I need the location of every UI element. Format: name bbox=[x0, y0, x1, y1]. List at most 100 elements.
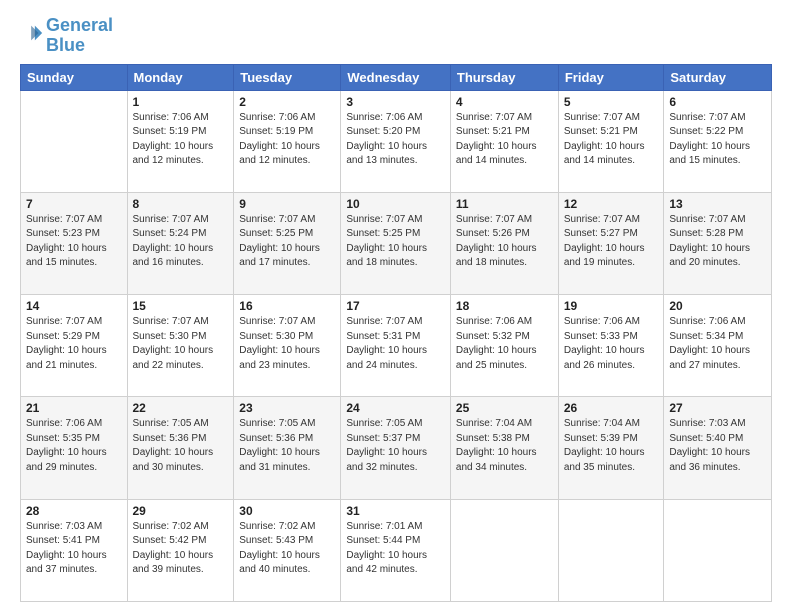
calendar-cell: 13 Sunrise: 7:07 AMSunset: 5:28 PMDayligh… bbox=[664, 192, 772, 294]
calendar-cell bbox=[21, 90, 128, 192]
calendar-cell: 18Sunrise: 7:06 AMSunset: 5:32 PMDayligh… bbox=[450, 295, 558, 397]
day-number: 11 bbox=[456, 197, 553, 211]
day-info: Sunrise: 7:05 AMSunset: 5:37 PMDaylight:… bbox=[346, 417, 445, 475]
day-number: 15 bbox=[133, 299, 229, 313]
day-number: 31 bbox=[346, 504, 445, 518]
day-info: Sunrise: 7:07 AMSunset: 5:26 PMDaylight:… bbox=[456, 213, 553, 271]
calendar-cell: 7 Sunrise: 7:07 AMSunset: 5:23 PMDaylight… bbox=[21, 192, 128, 294]
week-row-2: 7 Sunrise: 7:07 AMSunset: 5:23 PMDaylight… bbox=[21, 192, 772, 294]
day-number: 25 bbox=[456, 401, 553, 415]
calendar-cell: 10 Sunrise: 7:07 AMSunset: 5:25 PMDayligh… bbox=[341, 192, 451, 294]
day-info: Sunrise: 7:02 AMSunset: 5:42 PMDaylight:… bbox=[133, 520, 229, 578]
day-info: Sunrise: 7:05 AMSunset: 5:36 PMDaylight:… bbox=[239, 417, 335, 475]
day-info: Sunrise: 7:07 AMSunset: 5:31 PMDaylight:… bbox=[346, 315, 445, 373]
week-row-3: 14Sunrise: 7:07 AMSunset: 5:29 PMDayligh… bbox=[21, 295, 772, 397]
calendar-cell bbox=[558, 499, 664, 601]
day-number: 2 bbox=[239, 95, 335, 109]
calendar-cell: 21 Sunrise: 7:06 AMSunset: 5:35 PMDayligh… bbox=[21, 397, 128, 499]
day-number: 13 bbox=[669, 197, 766, 211]
day-info: Sunrise: 7:07 AMSunset: 5:25 PMDaylight:… bbox=[239, 213, 335, 271]
calendar-cell: 8 Sunrise: 7:07 AMSunset: 5:24 PMDaylight… bbox=[127, 192, 234, 294]
day-number: 1 bbox=[133, 95, 229, 109]
calendar-cell: 4Sunrise: 7:07 AMSunset: 5:21 PMDaylight… bbox=[450, 90, 558, 192]
day-number: 4 bbox=[456, 95, 553, 109]
day-number: 27 bbox=[669, 401, 766, 415]
day-number: 24 bbox=[346, 401, 445, 415]
day-info: Sunrise: 7:06 AMSunset: 5:33 PMDaylight:… bbox=[564, 315, 659, 373]
calendar-cell: 5Sunrise: 7:07 AMSunset: 5:21 PMDaylight… bbox=[558, 90, 664, 192]
weekday-header-tuesday: Tuesday bbox=[234, 64, 341, 90]
day-info: Sunrise: 7:06 AMSunset: 5:32 PMDaylight:… bbox=[456, 315, 553, 373]
day-info: Sunrise: 7:07 AMSunset: 5:23 PMDaylight:… bbox=[26, 213, 122, 271]
calendar-table: SundayMondayTuesdayWednesdayThursdayFrid… bbox=[20, 64, 772, 602]
calendar-cell: 19 Sunrise: 7:06 AMSunset: 5:33 PMDayligh… bbox=[558, 295, 664, 397]
calendar-cell: 26 Sunrise: 7:04 AMSunset: 5:39 PMDayligh… bbox=[558, 397, 664, 499]
day-info: Sunrise: 7:04 AMSunset: 5:38 PMDaylight:… bbox=[456, 417, 553, 475]
calendar-cell: 3Sunrise: 7:06 AMSunset: 5:20 PMDaylight… bbox=[341, 90, 451, 192]
day-number: 19 bbox=[564, 299, 659, 313]
logo-text-line1: General bbox=[46, 16, 113, 36]
calendar-cell: 25 Sunrise: 7:04 AMSunset: 5:38 PMDayligh… bbox=[450, 397, 558, 499]
weekday-header-saturday: Saturday bbox=[664, 64, 772, 90]
day-info: Sunrise: 7:03 AMSunset: 5:41 PMDaylight:… bbox=[26, 520, 122, 578]
day-info: Sunrise: 7:07 AMSunset: 5:27 PMDaylight:… bbox=[564, 213, 659, 271]
calendar-cell: 11 Sunrise: 7:07 AMSunset: 5:26 PMDayligh… bbox=[450, 192, 558, 294]
day-number: 20 bbox=[669, 299, 766, 313]
day-info: Sunrise: 7:07 AMSunset: 5:28 PMDaylight:… bbox=[669, 213, 766, 271]
day-info: Sunrise: 7:06 AMSunset: 5:35 PMDaylight:… bbox=[26, 417, 122, 475]
calendar-cell: 27 Sunrise: 7:03 AMSunset: 5:40 PMDayligh… bbox=[664, 397, 772, 499]
calendar-cell: 22Sunrise: 7:05 AMSunset: 5:36 PMDayligh… bbox=[127, 397, 234, 499]
day-info: Sunrise: 7:02 AMSunset: 5:43 PMDaylight:… bbox=[239, 520, 335, 578]
calendar-cell bbox=[664, 499, 772, 601]
weekday-header-thursday: Thursday bbox=[450, 64, 558, 90]
calendar-cell: 15Sunrise: 7:07 AMSunset: 5:30 PMDayligh… bbox=[127, 295, 234, 397]
day-number: 10 bbox=[346, 197, 445, 211]
weekday-header-sunday: Sunday bbox=[21, 64, 128, 90]
calendar-cell: 28 Sunrise: 7:03 AMSunset: 5:41 PMDayligh… bbox=[21, 499, 128, 601]
logo-icon bbox=[22, 22, 44, 44]
calendar-cell: 29 Sunrise: 7:02 AMSunset: 5:42 PMDayligh… bbox=[127, 499, 234, 601]
day-number: 8 bbox=[133, 197, 229, 211]
calendar-cell: 31Sunrise: 7:01 AMSunset: 5:44 PMDayligh… bbox=[341, 499, 451, 601]
week-row-1: 1 Sunrise: 7:06 AMSunset: 5:19 PMDaylight… bbox=[21, 90, 772, 192]
calendar-cell: 24 Sunrise: 7:05 AMSunset: 5:37 PMDayligh… bbox=[341, 397, 451, 499]
page: General Blue SundayMondayTuesdayWednesda… bbox=[0, 0, 792, 612]
calendar-cell: 14Sunrise: 7:07 AMSunset: 5:29 PMDayligh… bbox=[21, 295, 128, 397]
day-info: Sunrise: 7:06 AMSunset: 5:20 PMDaylight:… bbox=[346, 111, 445, 169]
week-row-4: 21 Sunrise: 7:06 AMSunset: 5:35 PMDayligh… bbox=[21, 397, 772, 499]
day-info: Sunrise: 7:04 AMSunset: 5:39 PMDaylight:… bbox=[564, 417, 659, 475]
day-number: 16 bbox=[239, 299, 335, 313]
day-number: 28 bbox=[26, 504, 122, 518]
day-number: 14 bbox=[26, 299, 122, 313]
calendar-cell: 20 Sunrise: 7:06 AMSunset: 5:34 PMDayligh… bbox=[664, 295, 772, 397]
calendar-cell: 16Sunrise: 7:07 AMSunset: 5:30 PMDayligh… bbox=[234, 295, 341, 397]
calendar-cell: 1Sunrise: 7:06 AMSunset: 5:19 PMDaylight… bbox=[127, 90, 234, 192]
day-info: Sunrise: 7:06 AMSunset: 5:34 PMDaylight:… bbox=[669, 315, 766, 373]
weekday-header-wednesday: Wednesday bbox=[341, 64, 451, 90]
logo-text-line2: Blue bbox=[46, 36, 113, 56]
day-number: 21 bbox=[26, 401, 122, 415]
day-number: 26 bbox=[564, 401, 659, 415]
day-info: Sunrise: 7:06 AMSunset: 5:19 PMDaylight:… bbox=[239, 111, 335, 169]
day-info: Sunrise: 7:07 AMSunset: 5:25 PMDaylight:… bbox=[346, 213, 445, 271]
day-info: Sunrise: 7:05 AMSunset: 5:36 PMDaylight:… bbox=[133, 417, 229, 475]
day-info: Sunrise: 7:07 AMSunset: 5:21 PMDaylight:… bbox=[564, 111, 659, 169]
weekday-header-row: SundayMondayTuesdayWednesdayThursdayFrid… bbox=[21, 64, 772, 90]
day-number: 30 bbox=[239, 504, 335, 518]
logo: General Blue bbox=[20, 16, 113, 56]
day-info: Sunrise: 7:03 AMSunset: 5:40 PMDaylight:… bbox=[669, 417, 766, 475]
day-info: Sunrise: 7:07 AMSunset: 5:24 PMDaylight:… bbox=[133, 213, 229, 271]
day-number: 29 bbox=[133, 504, 229, 518]
calendar-cell: 6Sunrise: 7:07 AMSunset: 5:22 PMDaylight… bbox=[664, 90, 772, 192]
calendar-cell: 17Sunrise: 7:07 AMSunset: 5:31 PMDayligh… bbox=[341, 295, 451, 397]
day-number: 12 bbox=[564, 197, 659, 211]
calendar-cell: 23Sunrise: 7:05 AMSunset: 5:36 PMDayligh… bbox=[234, 397, 341, 499]
day-number: 9 bbox=[239, 197, 335, 211]
weekday-header-friday: Friday bbox=[558, 64, 664, 90]
day-number: 7 bbox=[26, 197, 122, 211]
calendar-cell: 9 Sunrise: 7:07 AMSunset: 5:25 PMDaylight… bbox=[234, 192, 341, 294]
calendar-cell: 30 Sunrise: 7:02 AMSunset: 5:43 PMDayligh… bbox=[234, 499, 341, 601]
weekday-header-monday: Monday bbox=[127, 64, 234, 90]
day-number: 6 bbox=[669, 95, 766, 109]
calendar-cell: 2 Sunrise: 7:06 AMSunset: 5:19 PMDaylight… bbox=[234, 90, 341, 192]
